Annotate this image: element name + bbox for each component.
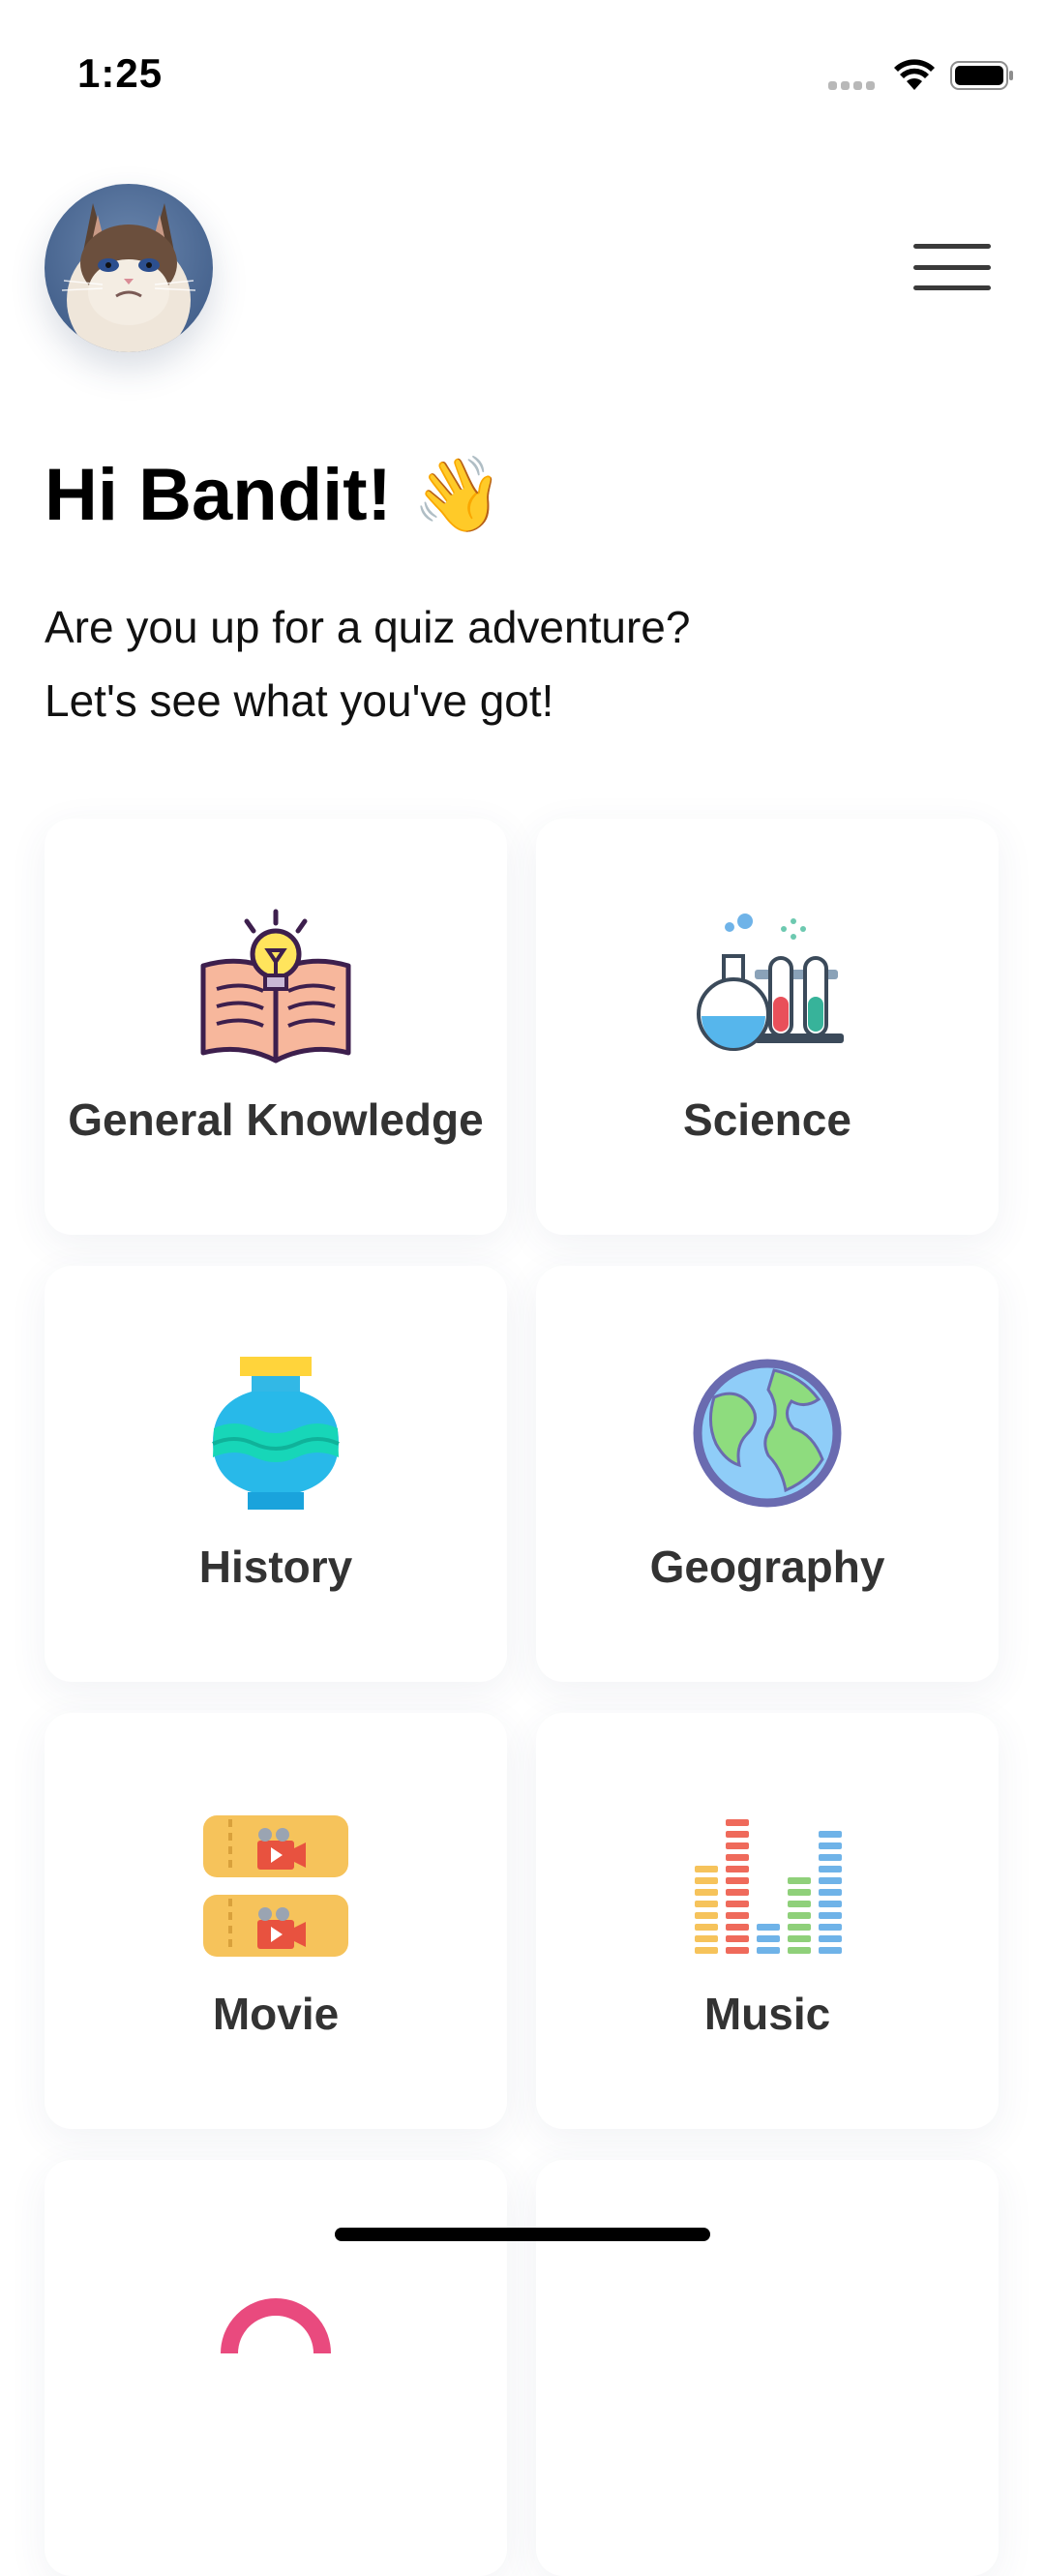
test-tubes-flask-icon (697, 914, 844, 1051)
menu-button[interactable] (911, 244, 993, 292)
category-label: History (198, 1542, 353, 1592)
open-book-lightbulb-icon (200, 909, 351, 1063)
category-card-music[interactable]: Music (536, 1713, 999, 2129)
equalizer-bars-icon (695, 1819, 842, 1954)
cellular-signal-icon (828, 81, 879, 91)
category-card-science[interactable]: Science (536, 819, 999, 1235)
avatar[interactable] (45, 184, 213, 352)
movie-tickets-icon (203, 1815, 348, 1957)
category-label: Science (683, 1094, 851, 1145)
cat-avatar-icon (45, 184, 213, 352)
ancient-vase-icon (212, 1357, 340, 1510)
category-card-general-knowledge[interactable]: General Knowledge (45, 819, 507, 1235)
hamburger-menu-icon (913, 244, 991, 249)
status-bar: 1:25 (0, 0, 1045, 145)
category-card-partial[interactable] (45, 2160, 507, 2576)
greeting-title: Hi Bandit! 👋 (45, 454, 504, 536)
category-label: Geography (649, 1542, 885, 1592)
waving-hand-icon: 👋 (411, 454, 504, 536)
status-time: 1:25 (77, 50, 164, 96)
partial-category-icon (221, 2298, 331, 2354)
category-label: General Knowledge (68, 1094, 484, 1145)
battery-icon (950, 61, 1013, 90)
category-card-history[interactable]: History (45, 1266, 507, 1682)
home-indicator[interactable] (335, 2228, 710, 2241)
category-card-geography[interactable]: Geography (536, 1266, 999, 1682)
category-card-partial[interactable] (536, 2160, 999, 2576)
category-label: Music (703, 1989, 831, 2039)
intro-text: Are you up for a quiz adventure? Let's s… (45, 602, 691, 726)
globe-icon (693, 1359, 842, 1508)
wifi-icon (894, 59, 935, 90)
category-card-movie[interactable]: Movie (45, 1713, 507, 2129)
category-label: Movie (212, 1989, 340, 2039)
